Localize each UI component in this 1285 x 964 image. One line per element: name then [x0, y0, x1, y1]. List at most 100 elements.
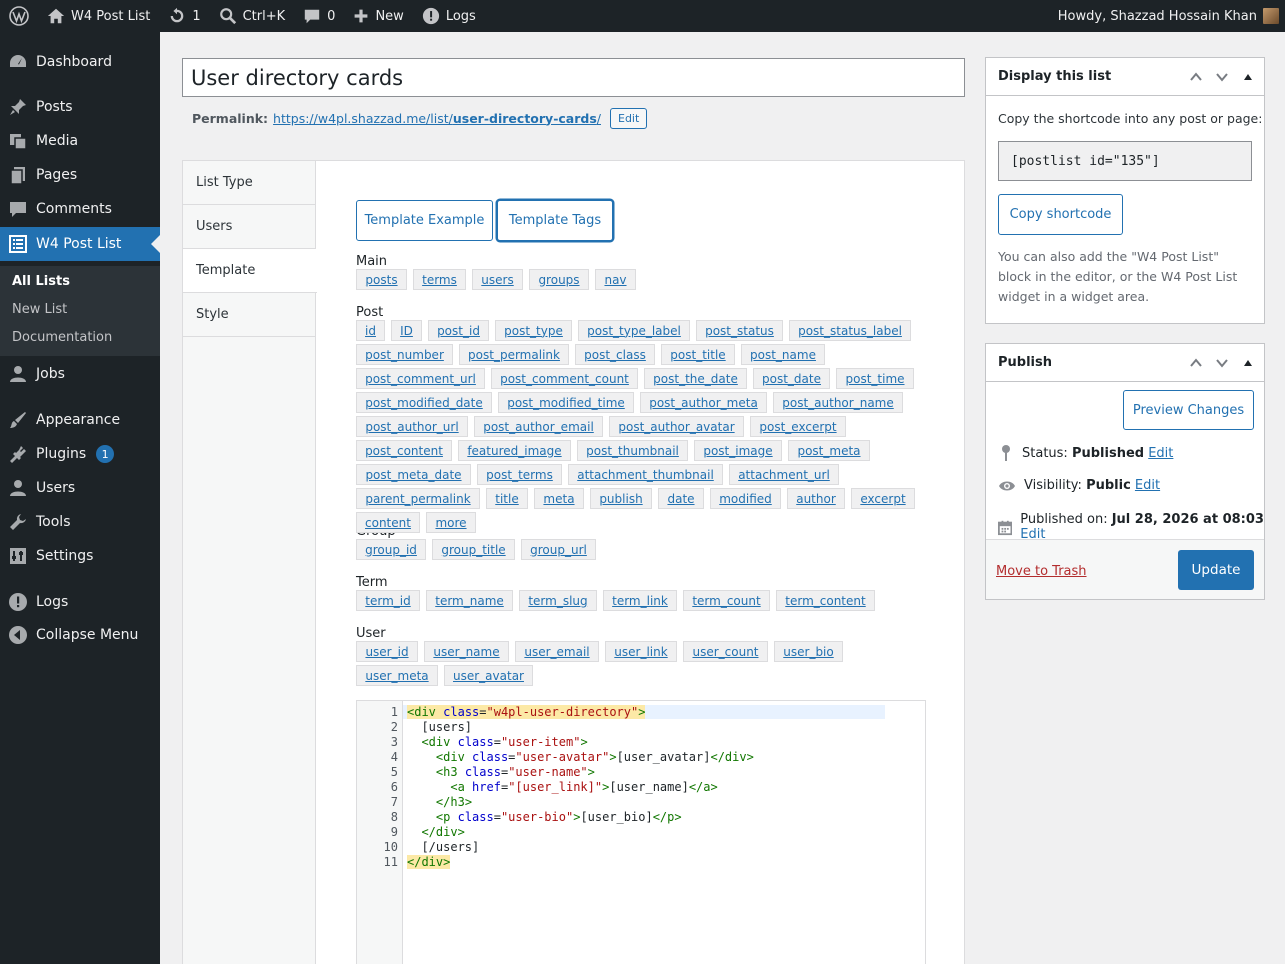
template-tag[interactable]: post_author_meta — [640, 392, 767, 413]
template-tag[interactable]: term_slug — [519, 590, 597, 611]
template-tag[interactable]: post_comment_count — [491, 368, 638, 389]
template-tag[interactable]: content — [356, 512, 420, 533]
template-tag[interactable]: meta — [534, 488, 584, 509]
template-tag[interactable]: user_link — [605, 641, 677, 662]
template-tag[interactable]: attachment_url — [729, 464, 839, 485]
template-tags-button[interactable]: Template Tags — [497, 200, 613, 241]
preview-changes-button[interactable]: Preview Changes — [1123, 390, 1254, 430]
template-tag[interactable]: title — [486, 488, 528, 509]
template-tag[interactable]: user_avatar — [444, 665, 533, 686]
template-tag[interactable]: term_content — [776, 590, 875, 611]
template-tag[interactable]: post_id — [428, 320, 489, 341]
template-tag[interactable]: post_number — [356, 344, 453, 365]
submenu-documentation[interactable]: Documentation — [12, 330, 112, 345]
template-example-button[interactable]: Template Example — [356, 200, 493, 241]
template-tag[interactable]: nav — [595, 269, 636, 290]
menu-posts[interactable]: Posts — [0, 90, 160, 124]
template-tag[interactable]: group_title — [432, 539, 515, 560]
copy-shortcode-button[interactable]: Copy shortcode — [998, 194, 1123, 235]
template-tag[interactable]: post_meta — [788, 440, 870, 461]
tab-style[interactable]: Style — [183, 293, 316, 337]
template-tag[interactable]: user_bio — [774, 641, 843, 662]
permalink-link[interactable]: https://w4pl.shazzad.me/list/user-direct… — [273, 111, 601, 126]
template-code-editor[interactable]: 1 2 3 4 5 6 7 8 9 10 11 <div class="w4pl-user-dire… — [356, 700, 926, 964]
template-tag[interactable]: group_id — [356, 539, 426, 560]
template-tag[interactable]: user_email — [515, 641, 599, 662]
template-tag[interactable]: attachment_thumbnail — [568, 464, 723, 485]
logs-link[interactable]: Logs — [413, 0, 485, 32]
template-tag[interactable]: user_count — [683, 641, 768, 662]
update-button[interactable]: Update — [1178, 550, 1254, 590]
menu-tools[interactable]: Tools — [0, 505, 160, 539]
template-tag[interactable]: author — [787, 488, 845, 509]
template-tag[interactable]: terms — [413, 269, 466, 290]
menu-media[interactable]: Media — [0, 124, 160, 158]
template-tag[interactable]: post_status — [696, 320, 783, 341]
template-tag[interactable]: publish — [590, 488, 652, 509]
search-shortcut[interactable]: Ctrl+K — [210, 0, 295, 32]
menu-logs[interactable]: Logs — [0, 585, 160, 619]
template-tag[interactable]: post_modified_time — [498, 392, 634, 413]
toggle-triangle-icon[interactable] — [1240, 355, 1256, 371]
tab-list-type[interactable]: List Type — [183, 161, 316, 205]
template-tag[interactable]: user_id — [356, 641, 418, 662]
submenu-new-list[interactable]: New List — [12, 302, 67, 317]
template-tag[interactable]: modified — [710, 488, 781, 509]
template-tag[interactable]: featured_image — [458, 440, 571, 461]
chevron-up-icon[interactable] — [1188, 69, 1204, 85]
template-tag[interactable]: post_comment_url — [356, 368, 485, 389]
move-to-trash-link[interactable]: Move to Trash — [996, 564, 1087, 579]
chevron-down-icon[interactable] — [1214, 69, 1230, 85]
template-tag[interactable]: users — [472, 269, 523, 290]
template-tag[interactable]: term_count — [683, 590, 770, 611]
edit-permalink-button[interactable]: Edit — [610, 107, 648, 129]
site-name-link[interactable]: W4 Post List — [38, 0, 159, 32]
edit-status-link[interactable]: Edit — [1148, 446, 1173, 461]
collapse-menu-button[interactable]: Collapse Menu — [0, 618, 160, 652]
template-tag[interactable]: post_thumbnail — [577, 440, 688, 461]
template-tag[interactable]: post_time — [836, 368, 914, 389]
template-tag[interactable]: post_class — [575, 344, 655, 365]
menu-pages[interactable]: Pages — [0, 158, 160, 192]
template-tag[interactable]: groups — [529, 269, 589, 290]
template-tag[interactable]: post_author_avatar — [609, 416, 744, 437]
updates-link[interactable]: 1 — [159, 0, 209, 32]
submenu-all-lists[interactable]: All Lists — [12, 274, 70, 289]
wordpress-logo-button[interactable] — [0, 0, 38, 32]
template-tag[interactable]: parent_permalink — [356, 488, 480, 509]
template-tag[interactable]: posts — [356, 269, 407, 290]
template-tag[interactable]: post_title — [661, 344, 735, 365]
comments-link[interactable]: 0 — [294, 0, 344, 32]
template-tag[interactable]: term_name — [426, 590, 513, 611]
my-account-link[interactable]: Howdy, Shazzad Hossain Khan — [1049, 0, 1285, 32]
edit-visibility-link[interactable]: Edit — [1135, 478, 1160, 493]
template-tag[interactable]: post_modified_date — [356, 392, 492, 413]
menu-plugins[interactable]: Plugins 1 — [0, 437, 160, 471]
menu-dashboard[interactable]: Dashboard — [0, 45, 160, 79]
template-tag[interactable]: group_url — [521, 539, 596, 560]
new-content-link[interactable]: New — [344, 0, 412, 32]
template-tag[interactable]: more — [426, 512, 476, 533]
template-tag[interactable]: term_id — [356, 590, 420, 611]
menu-settings[interactable]: Settings — [0, 539, 160, 573]
post-title-input[interactable]: User directory cards — [182, 58, 965, 97]
menu-users[interactable]: Users — [0, 471, 160, 505]
menu-comments[interactable]: Comments — [0, 192, 160, 226]
template-tag[interactable]: excerpt — [851, 488, 915, 509]
template-tag[interactable]: post_content — [356, 440, 452, 461]
template-tag[interactable]: date — [658, 488, 704, 509]
template-tag[interactable]: post_type_label — [578, 320, 690, 341]
template-tag[interactable]: post_meta_date — [356, 464, 471, 485]
shortcode-field[interactable]: [postlist id="135"] — [998, 141, 1252, 181]
template-tag[interactable]: post_author_email — [474, 416, 603, 437]
menu-appearance[interactable]: Appearance — [0, 403, 160, 437]
code-area[interactable]: <div class="w4pl-user-directory"> [users… — [403, 701, 925, 964]
template-tag[interactable]: post_author_name — [773, 392, 903, 413]
template-tag[interactable]: post_author_url — [356, 416, 468, 437]
template-tag[interactable]: post_type — [495, 320, 572, 341]
template-tag[interactable]: user_meta — [356, 665, 438, 686]
menu-w4-post-list[interactable]: W4 Post List — [0, 227, 160, 261]
template-tag[interactable]: post_image — [694, 440, 782, 461]
toggle-triangle-icon[interactable] — [1240, 69, 1256, 85]
template-tag[interactable]: post_permalink — [459, 344, 569, 365]
